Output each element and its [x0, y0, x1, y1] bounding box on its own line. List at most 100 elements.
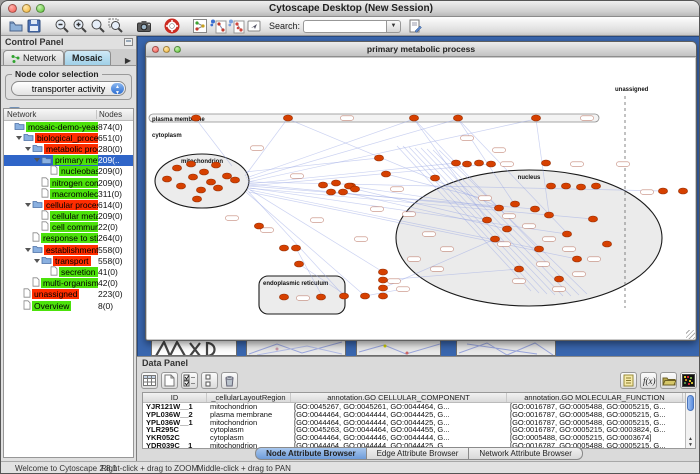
- network-node[interactable]: [279, 245, 288, 251]
- table-row[interactable]: YKR052Ccytoplasm[GO:0044464, GO:0044446,…: [143, 434, 685, 442]
- network-node[interactable]: [196, 187, 205, 193]
- unselect-attributes-icon[interactable]: [201, 372, 218, 389]
- table-cell[interactable]: YJR121W__1: [143, 403, 207, 411]
- network-node[interactable]: [514, 266, 523, 272]
- column-header-nodes[interactable]: Nodes: [97, 110, 133, 119]
- table-cell[interactable]: plasma membrane: [207, 411, 291, 419]
- network-node[interactable]: [486, 161, 495, 167]
- network-node[interactable]: [213, 185, 222, 191]
- background-window[interactable]: [151, 339, 237, 356]
- table-cell[interactable]: [GO:0016787, GO:0005488, GO:0005215, G..…: [507, 411, 683, 419]
- network-node[interactable]: [222, 173, 231, 179]
- network-node[interactable]: [554, 276, 563, 282]
- network-node[interactable]: [172, 165, 181, 171]
- save-icon[interactable]: [25, 18, 43, 35]
- table-cell[interactable]: [GO:0045263, GO:0044464, GO:0044455, G..…: [291, 426, 507, 434]
- node-color-dropdown[interactable]: transporter activity ▲▼: [11, 81, 126, 96]
- table-cell[interactable]: mitochondrion: [207, 419, 291, 427]
- network-node[interactable]: [162, 176, 171, 182]
- network-node[interactable]: [510, 201, 519, 207]
- create-network-red-icon[interactable]: [227, 18, 245, 35]
- network-node[interactable]: [531, 115, 540, 121]
- network-node[interactable]: [230, 177, 239, 183]
- background-window[interactable]: [356, 339, 441, 356]
- network-node[interactable]: [191, 115, 200, 121]
- network-node[interactable]: [453, 115, 462, 121]
- network-node[interactable]: [176, 183, 185, 189]
- network-node[interactable]: [451, 160, 460, 166]
- search-advanced-icon[interactable]: [406, 18, 424, 35]
- create-network-blue-icon[interactable]: [209, 18, 227, 35]
- network-node[interactable]: [588, 216, 597, 222]
- network-node[interactable]: [279, 294, 288, 300]
- network-node[interactable]: [678, 188, 687, 194]
- table-cell[interactable]: [GO:0045267, GO:0045261, GO:0044464, G..…: [291, 403, 507, 411]
- network-node[interactable]: [374, 155, 383, 161]
- network-tree-row[interactable]: macromolecule311(0): [4, 188, 133, 199]
- search-input[interactable]: [303, 20, 387, 33]
- expand-arrow[interactable]: [33, 158, 40, 162]
- network-tree-row[interactable]: secretion41(0): [4, 266, 133, 277]
- column-header[interactable]: ID: [143, 393, 207, 402]
- network-node[interactable]: [192, 196, 201, 202]
- minimize-button[interactable]: [163, 46, 170, 53]
- network-tree-row[interactable]: unassigned223(0): [4, 289, 133, 300]
- zoom-button[interactable]: [36, 4, 45, 13]
- network-node[interactable]: [331, 180, 340, 186]
- table-cell[interactable]: mitochondrion: [207, 403, 291, 411]
- background-window[interactable]: [456, 339, 556, 356]
- zoom-out-icon[interactable]: [53, 18, 71, 35]
- expand-arrow[interactable]: [33, 259, 40, 263]
- table-cell[interactable]: YKR052C: [143, 434, 207, 442]
- open-folder-icon[interactable]: [7, 18, 25, 35]
- network-tree-row[interactable]: transport558(0): [4, 255, 133, 266]
- annotation-icon[interactable]: [245, 18, 263, 35]
- network-node[interactable]: [378, 269, 387, 275]
- background-window[interactable]: [246, 339, 346, 356]
- table-scrollbar[interactable]: ▲▼: [685, 393, 695, 448]
- new-attribute-icon[interactable]: [161, 372, 178, 389]
- search-dropdown-button[interactable]: ▼: [387, 20, 401, 33]
- network-node[interactable]: [350, 186, 359, 192]
- expand-arrow[interactable]: [24, 248, 31, 252]
- network-tree-row[interactable]: nucleobase-209(0): [4, 166, 133, 177]
- network-node[interactable]: [360, 293, 369, 299]
- snapshot-camera-icon[interactable]: [135, 18, 153, 35]
- table-cell[interactable]: YPL036W__1: [143, 419, 207, 427]
- network-node[interactable]: [186, 161, 195, 167]
- network-node[interactable]: [602, 241, 611, 247]
- network-node[interactable]: [482, 217, 491, 223]
- network-node[interactable]: [326, 189, 335, 195]
- network-tree-row[interactable]: cell communicat22(0): [4, 222, 133, 233]
- attribute-table-icon[interactable]: [141, 372, 158, 389]
- network-node[interactable]: [378, 277, 387, 283]
- network-node[interactable]: [658, 188, 667, 194]
- expand-arrow[interactable]: [24, 147, 31, 151]
- table-cell[interactable]: [GO:0044464, GO:0044444, GO:0044425, G..…: [291, 419, 507, 427]
- network-node[interactable]: [541, 160, 550, 166]
- tab-overflow-arrow[interactable]: ▶: [122, 56, 134, 65]
- network-node[interactable]: [318, 182, 327, 188]
- table-cell[interactable]: cytoplasm: [207, 426, 291, 434]
- table-row[interactable]: YPL036W__1mitochondrion[GO:0044464, GO:0…: [143, 419, 685, 427]
- network-tree-row[interactable]: nitrogen compo209(0): [4, 177, 133, 188]
- network-node[interactable]: [381, 171, 390, 177]
- table-cell[interactable]: [GO:0016787, GO:0005215, GO:0003824, G..…: [507, 426, 683, 434]
- network-tree-row[interactable]: mosaic-demo-yeast874(0): [4, 121, 133, 132]
- network-node[interactable]: [462, 161, 471, 167]
- network-node[interactable]: [199, 169, 208, 175]
- table-cell[interactable]: [GO:0044464, GO:0044446, GO:0044444, G..…: [291, 434, 507, 442]
- network-tree-row[interactable]: primary metabo209(..: [4, 155, 133, 166]
- float-panel-icon[interactable]: [124, 38, 133, 46]
- tab-edge-attribute-browser[interactable]: Edge Attribute Browser: [367, 447, 470, 460]
- zoom-selected-icon[interactable]: [107, 18, 125, 35]
- network-node[interactable]: [544, 212, 553, 218]
- scrollbar-thumb[interactable]: [687, 395, 694, 411]
- column-header[interactable]: annotation.GO MOLECULAR_FUNCTION: [507, 393, 683, 402]
- table-cell[interactable]: [GO:0016787, GO:0005488, GO:0005215, G..…: [507, 419, 683, 427]
- network-node[interactable]: [316, 294, 325, 300]
- network-node[interactable]: [188, 174, 197, 180]
- tab-mosaic[interactable]: Mosaic: [64, 50, 111, 65]
- network-node[interactable]: [534, 246, 543, 252]
- column-header[interactable]: _cellularLayoutRegion: [207, 393, 291, 402]
